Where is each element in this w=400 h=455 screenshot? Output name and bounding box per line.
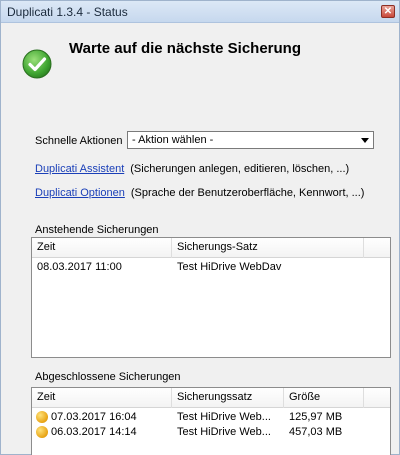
column-header-time[interactable]: Zeit <box>37 391 55 403</box>
close-icon: ✕ <box>383 6 393 17</box>
pending-set: Test HiDrive WebDav <box>177 261 282 273</box>
column-divider[interactable] <box>171 238 172 258</box>
options-row: Duplicati Optionen (Sprache der Benutzero… <box>35 187 364 199</box>
pending-backups-label: Anstehende Sicherungen <box>35 224 159 236</box>
completed-backups-list[interactable]: Zeit Sicherungssatz Größe 07.03.2017 16:… <box>31 387 391 455</box>
assistant-link[interactable]: Duplicati Assistent <box>35 163 124 175</box>
column-header-set[interactable]: Sicherungs-Satz <box>177 241 258 253</box>
quick-actions-label: Schnelle Aktionen <box>35 135 123 147</box>
options-description: (Sprache der Benutzeroberfläche, Kennwor… <box>130 187 365 199</box>
list-item[interactable]: 06.03.2017 14:14 Test HiDrive Web... 457… <box>32 425 390 440</box>
completed-list-header: Zeit Sicherungssatz Größe <box>32 388 390 408</box>
column-divider[interactable] <box>363 388 364 408</box>
completed-time: 07.03.2017 16:04 <box>51 411 137 423</box>
title-bar[interactable]: Duplicati 1.3.4 - Status ✕ <box>1 1 399 23</box>
completed-backups-label: Abgeschlossene Sicherungen <box>35 371 181 383</box>
completed-size: 125,97 MB <box>289 411 343 423</box>
warning-bullet-icon <box>36 426 48 438</box>
column-divider[interactable] <box>171 388 172 408</box>
pending-backups-list[interactable]: Zeit Sicherungs-Satz 08.03.2017 11:00 Te… <box>31 237 391 358</box>
chevron-down-icon <box>361 138 369 143</box>
completed-set: Test HiDrive Web... <box>177 426 271 438</box>
status-window: Duplicati 1.3.4 - Status ✕ Warte auf die… <box>0 0 400 455</box>
column-header-set[interactable]: Sicherungssatz <box>177 391 252 403</box>
list-item[interactable]: 07.03.2017 16:04 Test HiDrive Web... 125… <box>32 410 390 425</box>
check-circle-icon <box>22 49 52 79</box>
options-link[interactable]: Duplicati Optionen <box>35 187 125 199</box>
assistant-row: Duplicati Assistent (Sicherungen anlegen,… <box>35 163 349 175</box>
status-heading: Warte auf die nächste Sicherung <box>69 40 301 57</box>
completed-size: 457,03 MB <box>289 426 343 438</box>
completed-time: 06.03.2017 14:14 <box>51 426 137 438</box>
completed-set: Test HiDrive Web... <box>177 411 271 423</box>
quick-actions-selected: - Aktion wählen - <box>132 134 214 146</box>
quick-actions-select[interactable]: - Aktion wählen - <box>127 131 374 149</box>
column-divider[interactable] <box>363 238 364 258</box>
column-divider[interactable] <box>283 388 284 408</box>
column-header-size[interactable]: Größe <box>289 391 320 403</box>
column-header-time[interactable]: Zeit <box>37 241 55 253</box>
close-button[interactable]: ✕ <box>381 5 395 18</box>
pending-time: 08.03.2017 11:00 <box>37 261 122 273</box>
window-title: Duplicati 1.3.4 - Status <box>7 5 128 19</box>
assistant-description: (Sicherungen anlegen, editieren, löschen… <box>130 163 350 175</box>
warning-bullet-icon <box>36 411 48 423</box>
pending-list-header: Zeit Sicherungs-Satz <box>32 238 390 258</box>
list-item[interactable]: 08.03.2017 11:00 Test HiDrive WebDav <box>32 260 390 275</box>
